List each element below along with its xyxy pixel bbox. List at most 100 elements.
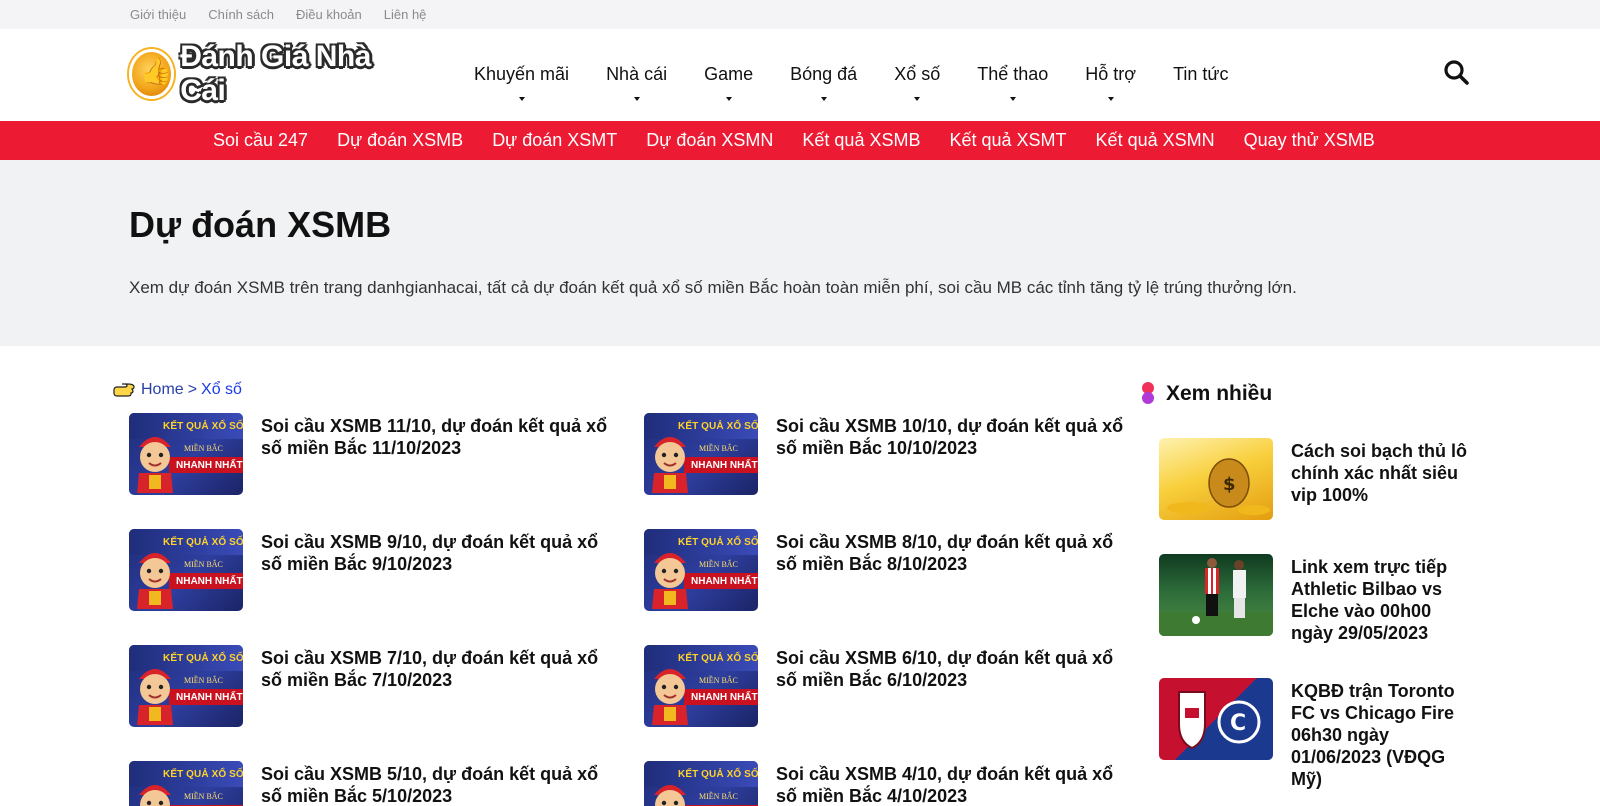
post-title[interactable]: Soi cầu XSMB 11/10, dự đoán kết quả xổ s…: [261, 415, 611, 459]
post-item[interactable]: KẾT QUẢ XỔ SỐ MIỀN BẮC NHANH NHẤT Soi cầ…: [129, 529, 644, 611]
thumb-line3: NHANH NHẤT: [176, 460, 243, 471]
nav-item-game[interactable]: Game: [704, 63, 754, 101]
subnav-ket-qua-xsmn[interactable]: Kết quả XSMN: [1096, 130, 1215, 151]
subnav-quay-thu-xsmb[interactable]: Quay thử XSMB: [1244, 130, 1375, 151]
thumb-line2: MIỀN BẮC: [699, 676, 738, 685]
lottery-thumbnail[interactable]: KẾT QUẢ XỔ SỐ MIỀN BẮC NHANH NHẤT: [129, 413, 243, 495]
breadcrumb-current[interactable]: Xổ số: [201, 381, 242, 399]
mascot-icon: [652, 669, 688, 725]
nav-label: Xổ số: [894, 63, 941, 84]
subnav-ket-qua-xsmt[interactable]: Kết quả XSMT: [949, 130, 1066, 151]
list-item[interactable]: $ Cách soi bạch thủ lô chính xác nhất si…: [1159, 438, 1489, 520]
mascot-icon: [137, 553, 173, 609]
caret-down-icon: [518, 96, 525, 101]
nav-label: Tin tức: [1173, 63, 1229, 84]
mascot-icon: [652, 553, 688, 609]
side-item-title[interactable]: Link xem trực tiếp Athletic Bilbao vs El…: [1291, 556, 1471, 644]
lottery-thumbnail[interactable]: KẾT QUẢ XỔ SỐ MIỀN BẮC NHANH NHẤT: [129, 645, 243, 727]
most-viewed-list: $ Cách soi bạch thủ lô chính xác nhất si…: [1159, 438, 1489, 806]
post-item[interactable]: KẾT QUẢ XỔ SỐ MIỀN BẮC NHANH NHẤT Soi cầ…: [129, 645, 644, 727]
breadcrumb-home[interactable]: Home: [141, 381, 184, 399]
nav-item-xo-so[interactable]: Xổ số: [894, 63, 941, 101]
nav-item-tin-tuc[interactable]: Tin tức: [1173, 64, 1228, 87]
thumb-line2: MIỀN BẮC: [184, 444, 223, 453]
subnav-du-doan-xsmn[interactable]: Dự đoán XSMN: [646, 130, 773, 151]
thumb-line2: MIỀN BẮC: [184, 676, 223, 685]
dots-icon: [1142, 382, 1154, 406]
nav-label: Hỗ trợ: [1085, 63, 1137, 84]
post-item[interactable]: KẾT QUẢ XỔ SỐ MIỀN BẮC NHANH NHẤT Soi cầ…: [644, 761, 1125, 806]
top-link-dieu-khoan[interactable]: Điều khoản: [296, 7, 362, 22]
top-link-gioi-thieu[interactable]: Giới thiệu: [130, 7, 186, 22]
caret-down-icon: [1107, 96, 1114, 101]
lottery-thumbnail[interactable]: KẾT QUẢ XỔ SỐ MIỀN BẮC NHANH NHẤT: [129, 761, 243, 806]
list-item[interactable]: Link xem trực tiếp Athletic Bilbao vs El…: [1159, 554, 1489, 644]
top-link-chinh-sach[interactable]: Chính sách: [208, 7, 274, 22]
football-match-image[interactable]: [1159, 554, 1273, 636]
lottery-thumbnail[interactable]: KẾT QUẢ XỔ SỐ MIỀN BẮC NHANH NHẤT: [129, 529, 243, 611]
lottery-thumbnail[interactable]: KẾT QUẢ XỔ SỐ MIỀN BẮC NHANH NHẤT: [644, 645, 758, 727]
post-title[interactable]: Soi cầu XSMB 8/10, dự đoán kết quả xổ số…: [776, 531, 1125, 575]
caret-down-icon: [725, 96, 732, 101]
subnav-ket-qua-xsmb[interactable]: Kết quả XSMB: [802, 130, 920, 151]
pointing-hand-icon: [113, 383, 135, 397]
breadcrumb: Home > Xổ số: [113, 381, 242, 399]
post-title[interactable]: Soi cầu XSMB 7/10, dự đoán kết quả xổ số…: [261, 647, 611, 691]
site-logo[interactable]: Đánh Giá Nhà Cái: [129, 40, 419, 107]
nav-label: Game: [704, 63, 754, 84]
page-description: Xem dự đoán XSMB trên trang danhgianhaca…: [129, 278, 1297, 297]
subnav-soi-cau-247[interactable]: Soi cầu 247: [213, 130, 308, 151]
nav-item-khuyen-mai[interactable]: Khuyến mãi: [474, 63, 570, 101]
post-item[interactable]: KẾT QUẢ XỔ SỐ MIỀN BẮC NHANH NHẤT Soi cầ…: [644, 645, 1125, 727]
nav-item-bong-da[interactable]: Bóng đá: [790, 63, 858, 101]
post-title[interactable]: Soi cầu XSMB 10/10, dự đoán kết quả xổ s…: [776, 415, 1125, 459]
thumb-line3: NHANH NHẤT: [176, 576, 243, 587]
post-title[interactable]: Soi cầu XSMB 4/10, dự đoán kết quả xổ số…: [776, 763, 1125, 806]
post-item[interactable]: KẾT QUẢ XỔ SỐ MIỀN BẮC NHANH NHẤT Soi cầ…: [129, 761, 644, 806]
thumb-line3: NHANH NHẤT: [691, 692, 758, 703]
thumb-line2: MIỀN BẮC: [184, 560, 223, 569]
list-item[interactable]: C KQBĐ trận Toronto FC vs Chicago Fire 0…: [1159, 678, 1489, 790]
subnav-du-doan-xsmt[interactable]: Dự đoán XSMT: [492, 130, 617, 151]
svg-text:C: C: [1230, 711, 1246, 736]
side-item-title[interactable]: KQBĐ trận Toronto FC vs Chicago Fire 06h…: [1291, 680, 1471, 790]
thumb-line2: MIỀN BẮC: [699, 444, 738, 453]
subnav-du-doan-xsmb[interactable]: Dự đoán XSMB: [337, 130, 463, 151]
post-item[interactable]: KẾT QUẢ XỔ SỐ MIỀN BẮC NHANH NHẤT Soi cầ…: [644, 529, 1125, 611]
top-link-lien-he[interactable]: Liên hệ: [384, 7, 427, 22]
lottery-thumbnail[interactable]: KẾT QUẢ XỔ SỐ MIỀN BẮC NHANH NHẤT: [644, 413, 758, 495]
nav-label: Nhà cái: [606, 63, 668, 84]
nav-item-nha-cai[interactable]: Nhà cái: [606, 63, 668, 101]
lottery-subnav: Soi cầu 247 Dự đoán XSMB Dự đoán XSMT Dự…: [0, 121, 1600, 160]
logo-text: Đánh Giá Nhà Cái: [180, 40, 371, 107]
sidebar-title: Xem nhiều: [1166, 382, 1273, 405]
nav-label: Bóng đá: [790, 63, 858, 84]
toronto-vs-chicago-image[interactable]: C: [1159, 678, 1273, 760]
top-utility-bar: Giới thiệu Chính sách Điều khoản Liên hệ: [0, 0, 1600, 29]
mascot-icon: [652, 437, 688, 493]
caret-down-icon: [1009, 96, 1016, 101]
post-item[interactable]: KẾT QUẢ XỔ SỐ MIỀN BẮC NHANH NHẤT Soi cầ…: [644, 413, 1125, 495]
post-title[interactable]: Soi cầu XSMB 6/10, dự đoán kết quả xổ số…: [776, 647, 1125, 691]
page-title: Dự đoán XSMB: [129, 204, 392, 245]
category-hero: Dự đoán XSMB Xem dự đoán XSMB trên trang…: [0, 160, 1600, 346]
thumb-line2: MIỀN BẮC: [184, 792, 223, 801]
bach-thu-lo-image[interactable]: $: [1159, 438, 1273, 520]
mascot-icon: [137, 669, 173, 725]
nav-label: Khuyến mãi: [474, 63, 570, 84]
mascot-icon: [139, 785, 171, 806]
post-item[interactable]: KẾT QUẢ XỔ SỐ MIỀN BẮC NHANH NHẤT Soi cầ…: [129, 413, 644, 495]
post-title[interactable]: Soi cầu XSMB 9/10, dự đoán kết quả xổ số…: [261, 531, 611, 575]
mascot-icon: [137, 437, 173, 493]
site-header: Đánh Giá Nhà Cái Khuyến mãi Nhà cái Game…: [0, 29, 1600, 121]
post-title[interactable]: Soi cầu XSMB 5/10, dự đoán kết quả xổ số…: [261, 763, 611, 806]
thumbs-up-logo-icon: [129, 49, 175, 99]
lottery-thumbnail[interactable]: KẾT QUẢ XỔ SỐ MIỀN BẮC NHANH NHẤT: [644, 529, 758, 611]
lottery-thumbnail[interactable]: KẾT QUẢ XỔ SỐ MIỀN BẮC NHANH NHẤT: [644, 761, 758, 806]
top-links: Giới thiệu Chính sách Điều khoản Liên hệ: [130, 0, 1600, 29]
search-icon[interactable]: [1443, 59, 1469, 85]
side-item-title[interactable]: Cách soi bạch thủ lô chính xác nhất siêu…: [1291, 440, 1471, 506]
nav-item-ho-tro[interactable]: Hỗ trợ: [1085, 63, 1137, 101]
caret-down-icon: [914, 96, 921, 101]
nav-item-the-thao[interactable]: Thể thao: [977, 64, 1048, 101]
